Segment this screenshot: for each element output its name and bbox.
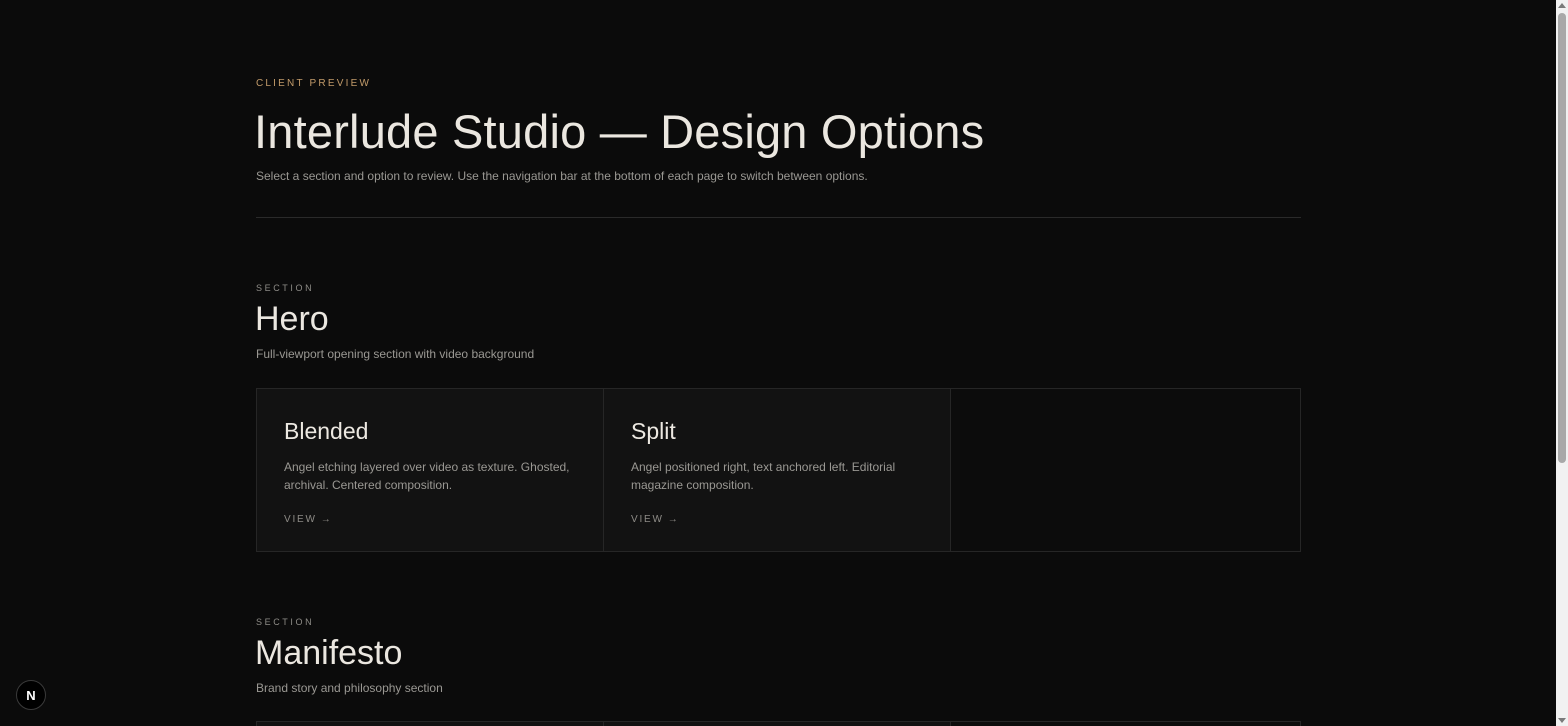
scroll-down-icon[interactable] [1558,718,1566,723]
section-title-hero: Hero [255,300,329,338]
header-divider [256,217,1301,218]
page-scrollbar[interactable] [1556,0,1568,726]
scroll-up-icon[interactable] [1558,3,1566,8]
page: CLIENT PREVIEW Interlude Studio — Design… [0,0,1568,726]
manifesto-options-grid [256,721,1301,726]
page-subtitle: Select a section and option to review. U… [256,169,868,183]
section-label-hero: SECTION [256,283,315,293]
option-card-split[interactable]: Split Angel positioned right, text ancho… [604,389,951,551]
arrow-right-icon: → [667,514,678,525]
option-title: Blended [284,418,369,444]
option-card-blended[interactable]: Blended Angel etching layered over video… [257,389,604,551]
n-logo-icon: N [26,687,36,703]
view-link-label: VIEW [284,514,317,525]
section-label-manifesto: SECTION [256,617,315,627]
view-link[interactable]: VIEW → [284,514,331,525]
option-description: Angel etching layered over video as text… [284,460,570,492]
dev-tools-badge[interactable]: N [16,680,46,710]
eyebrow-label: CLIENT PREVIEW [256,78,372,89]
section-desc-manifesto: Brand story and philosophy section [256,681,443,695]
option-card[interactable] [604,722,951,726]
view-link[interactable]: VIEW → [631,514,678,525]
hero-options-grid: Blended Angel etching layered over video… [256,388,1301,552]
page-title: Interlude Studio — Design Options [254,105,985,158]
view-link-label: VIEW [631,514,664,525]
option-description: Angel positioned right, text anchored le… [631,460,896,492]
arrow-right-icon: → [320,514,331,525]
section-title-manifesto: Manifesto [255,634,403,672]
option-card-empty [951,389,1300,551]
scrollbar-thumb[interactable] [1558,13,1566,463]
section-desc-hero: Full-viewport opening section with video… [256,347,535,361]
option-card[interactable] [257,722,604,726]
option-card-empty [951,722,1300,726]
option-title: Split [631,418,676,444]
